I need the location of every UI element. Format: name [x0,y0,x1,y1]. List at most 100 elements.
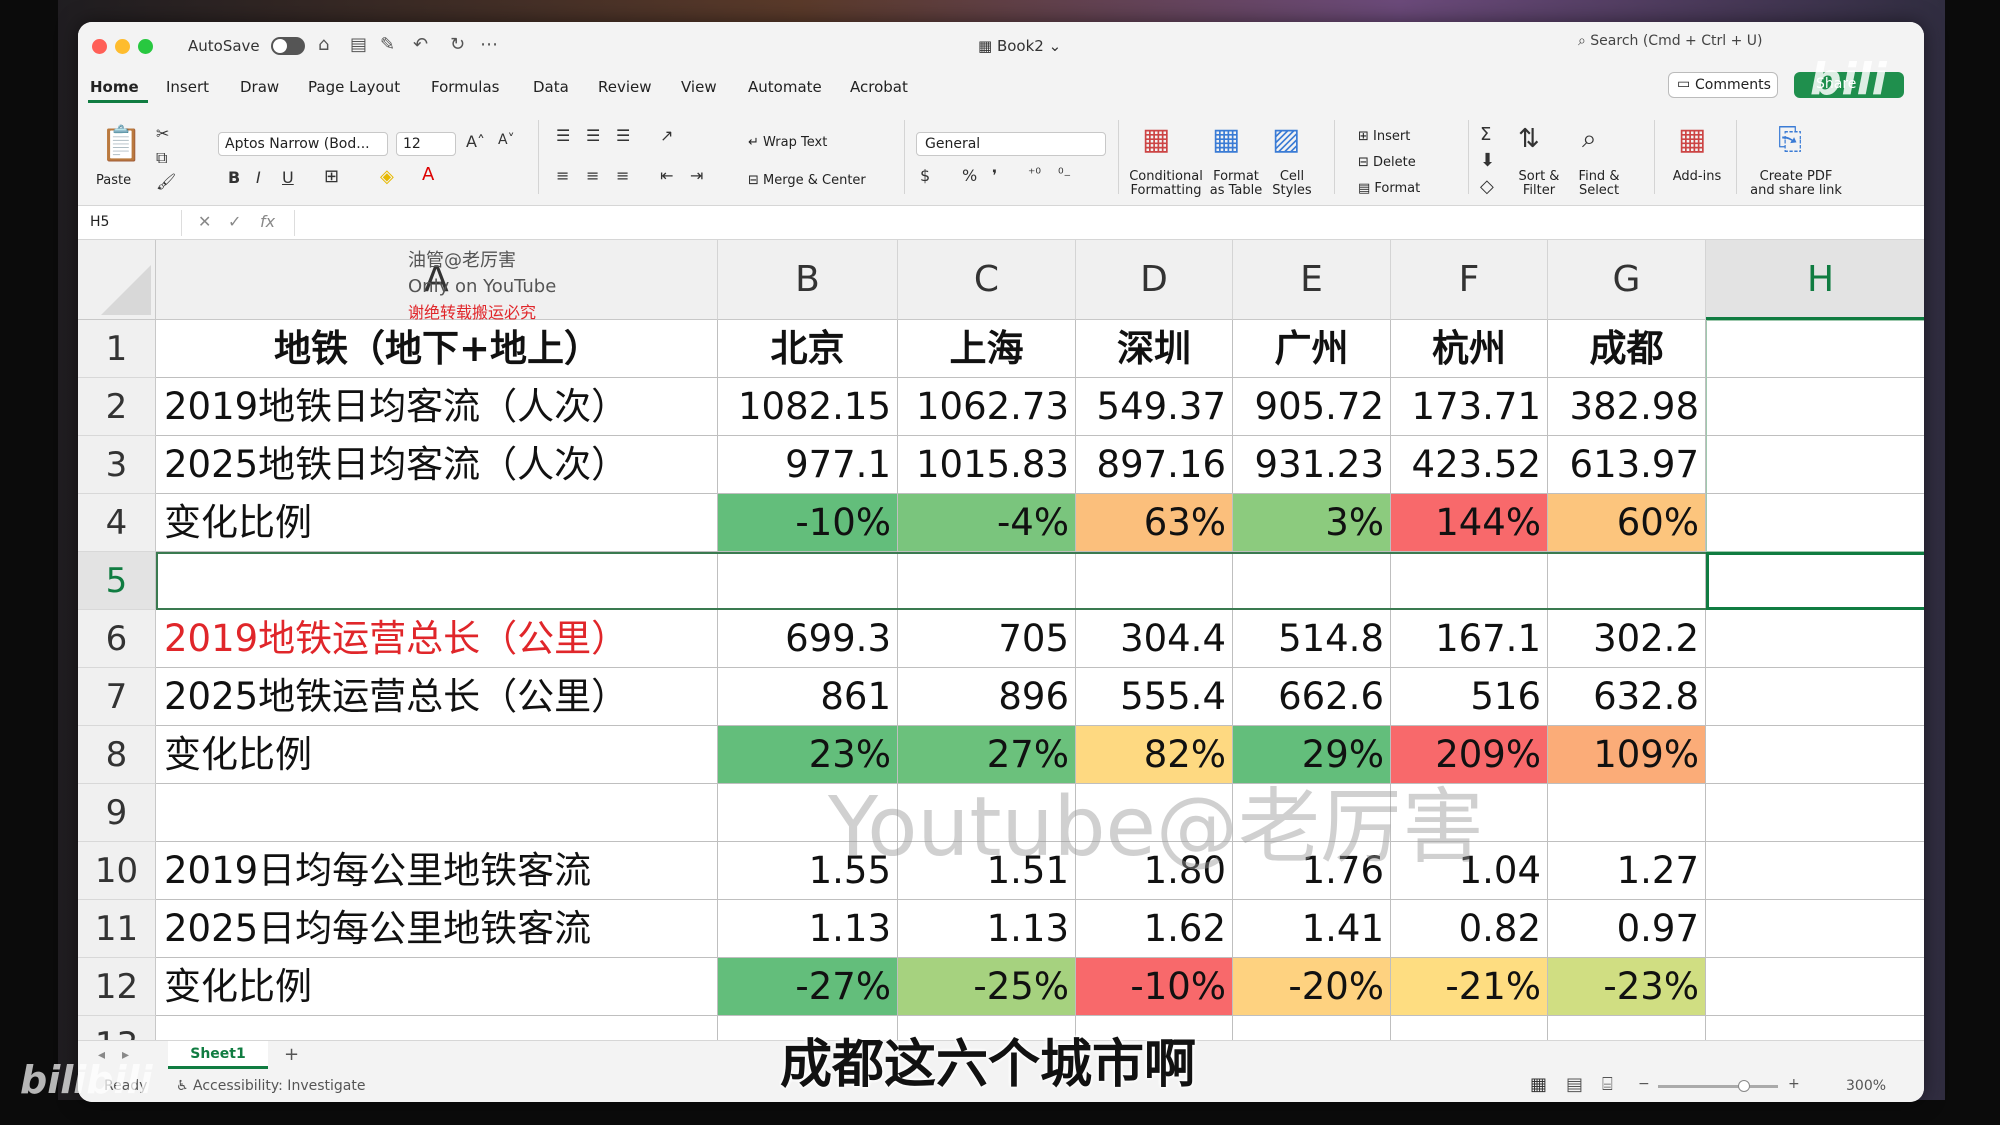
cell-d5[interactable] [1076,552,1233,610]
row-header-12[interactable]: 12 [78,958,156,1016]
create-pdf-icon[interactable]: ⎘ [1778,122,1802,157]
cell-f4[interactable]: 144% [1391,494,1548,552]
column-header-c[interactable]: C [898,240,1076,320]
decrease-decimal-icon[interactable]: ⁰₋ [1058,166,1071,182]
cell-f6[interactable]: 167.1 [1391,610,1548,668]
format-cells-button[interactable]: ▤ Format [1358,182,1420,196]
cell-f11[interactable]: 0.82 [1391,900,1548,958]
zoom-window-button[interactable] [138,39,153,54]
select-all-corner[interactable] [78,240,156,320]
cancel-icon[interactable]: ✕ [198,212,211,231]
cell-f5[interactable] [1391,552,1548,610]
confirm-icon[interactable]: ✓ [228,212,241,231]
save-icon[interactable]: ▤ [350,34,367,55]
cell-a10[interactable]: 2019日均每公里地铁客流 [156,842,718,900]
row-header-9[interactable]: 9 [78,784,156,842]
row-header-4[interactable]: 4 [78,494,156,552]
row-header-13[interactable]: 13 [78,1016,156,1040]
cell-f2[interactable]: 173.71 [1391,378,1548,436]
cell-g5[interactable] [1548,552,1706,610]
cell-d2[interactable]: 549.37 [1076,378,1233,436]
more-icon[interactable]: ⋯ [480,34,498,55]
cell-c3[interactable]: 1015.83 [898,436,1076,494]
cell-c6[interactable]: 705 [898,610,1076,668]
conditional-formatting-button[interactable]: Conditional Formatting [1126,170,1206,198]
cell-d11[interactable]: 1.62 [1076,900,1233,958]
align-center-icon[interactable]: ≡ [586,166,599,185]
redo-icon[interactable]: ↻ [450,34,465,55]
cell-e2[interactable]: 905.72 [1233,378,1391,436]
clear-icon[interactable]: ◇ [1480,176,1494,197]
autosave-toggle[interactable] [271,37,305,55]
decrease-indent-icon[interactable]: ⇤ [660,166,673,185]
cell-b5[interactable] [718,552,898,610]
cell-g11[interactable]: 0.97 [1548,900,1706,958]
edit-icon[interactable]: ✎ [380,34,395,55]
document-title[interactable]: ▦ Book2 ⌄ [978,37,1061,55]
merge-center-button[interactable]: ⊟ Merge & Center [748,174,866,188]
column-header-b[interactable]: B [718,240,898,320]
home-icon[interactable]: ⌂ [318,34,329,55]
cell-h1[interactable] [1706,320,1924,378]
cell-d1[interactable]: 深圳 [1076,320,1233,378]
cell-g10[interactable]: 1.27 [1548,842,1706,900]
cell-e6[interactable]: 514.8 [1233,610,1391,668]
format-as-table-icon[interactable]: ▦ [1212,122,1240,157]
add-ins-icon[interactable]: ▦ [1678,122,1706,157]
cell-e1[interactable]: 广州 [1233,320,1391,378]
delete-cells-button[interactable]: ⊟ Delete [1358,156,1416,170]
font-color-icon[interactable]: A [422,164,434,185]
column-header-e[interactable]: E [1233,240,1391,320]
cell-g4[interactable]: 60% [1548,494,1706,552]
row-header-5[interactable]: 5 [78,552,156,610]
cell-g6[interactable]: 302.2 [1548,610,1706,668]
increase-font-icon[interactable]: A˄ [466,132,485,151]
cell-b12[interactable]: -27% [718,958,898,1016]
cell-h5[interactable] [1706,552,1924,610]
cell-e11[interactable]: 1.41 [1233,900,1391,958]
cell-g3[interactable]: 613.97 [1548,436,1706,494]
borders-icon[interactable]: ⊞ [324,166,339,187]
cell-h13[interactable] [1706,1016,1924,1040]
conditional-formatting-icon[interactable]: ▦ [1142,122,1170,157]
tab-data[interactable]: Data [533,78,569,96]
cut-icon[interactable]: ✂ [156,124,169,143]
zoom-slider[interactable] [1658,1080,1778,1092]
cell-styles-button[interactable]: Cell Styles [1270,170,1314,198]
row-header-1[interactable]: 1 [78,320,156,378]
cell-g13[interactable] [1548,1016,1706,1040]
cell-b7[interactable]: 861 [718,668,898,726]
normal-view-icon[interactable]: ▦ [1530,1074,1547,1095]
tab-insert[interactable]: Insert [166,78,209,96]
cell-a6[interactable]: 2019地铁运营总长（公里） [156,610,718,668]
cell-a12[interactable]: 变化比例 [156,958,718,1016]
row-header-10[interactable]: 10 [78,842,156,900]
insert-cells-button[interactable]: ⊞ Insert [1358,130,1410,144]
cell-g7[interactable]: 632.8 [1548,668,1706,726]
underline-icon[interactable]: U [282,168,294,187]
add-sheet-button[interactable]: + [284,1044,299,1065]
cell-f1[interactable]: 杭州 [1391,320,1548,378]
cell-b1[interactable]: 北京 [718,320,898,378]
find-select-icon[interactable]: ⌕ [1582,124,1597,155]
align-bottom-icon[interactable]: ☰ [616,126,630,145]
insert-function-icon[interactable]: fx [260,212,275,231]
tab-formulas[interactable]: Formulas [431,78,499,96]
cell-e12[interactable]: -20% [1233,958,1391,1016]
minimize-window-button[interactable] [115,39,130,54]
cell-c4[interactable]: -4% [898,494,1076,552]
increase-indent-icon[interactable]: ⇥ [690,166,703,185]
page-layout-view-icon[interactable]: ▤ [1566,1074,1583,1095]
cell-h6[interactable] [1706,610,1924,668]
cell-g2[interactable]: 382.98 [1548,378,1706,436]
row-header-8[interactable]: 8 [78,726,156,784]
tab-acrobat[interactable]: Acrobat [850,78,908,96]
cell-h7[interactable] [1706,668,1924,726]
cell-b4[interactable]: -10% [718,494,898,552]
font-name-select[interactable]: Aptos Narrow (Bod... [218,132,388,156]
cell-g1[interactable]: 成都 [1548,320,1706,378]
row-header-2[interactable]: 2 [78,378,156,436]
paste-icon[interactable]: 📋 [100,124,142,164]
tab-draw[interactable]: Draw [240,78,279,96]
worksheet-grid[interactable]: ABCDEFGH12345678910111213地铁（地下+地上）北京上海深圳… [78,240,1924,1040]
